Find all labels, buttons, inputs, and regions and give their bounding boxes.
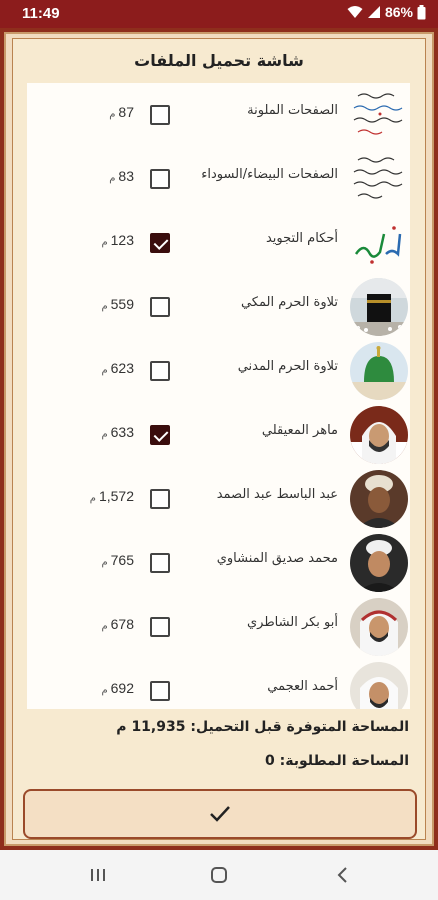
reciter-photo bbox=[350, 662, 408, 709]
required-space-text: المساحة المطلوبة: 0 bbox=[265, 753, 409, 769]
status-icons: 86% bbox=[347, 4, 426, 20]
list-item[interactable]: محمد صديق المنشاوي 765م bbox=[27, 531, 410, 595]
item-label: ماهر المعيقلي bbox=[261, 423, 338, 438]
reciter-photo bbox=[350, 534, 408, 592]
item-size: 87م bbox=[109, 104, 134, 120]
item-label: عبد الباسط عبد الصمد bbox=[216, 487, 338, 502]
list-item[interactable]: الصفحات الملونة 87م bbox=[27, 83, 410, 147]
item-size: 83م bbox=[109, 168, 134, 184]
status-time: 11:49 bbox=[22, 5, 60, 22]
battery-percent: 86% bbox=[384, 4, 413, 20]
confirm-button[interactable] bbox=[23, 789, 417, 839]
item-label: تلاوة الحرم المدني bbox=[237, 359, 338, 374]
list-item[interactable]: عبد الباسط عبد الصمد 1,572م bbox=[27, 467, 410, 531]
dialog-border: شاشة تحميل الملفات الصفحات الملونة 87م ا… bbox=[4, 32, 434, 846]
item-checkbox[interactable] bbox=[150, 681, 170, 701]
files-list[interactable]: الصفحات الملونة 87م الصفحات البيضاء/السو… bbox=[27, 83, 410, 709]
item-checkbox[interactable] bbox=[150, 425, 170, 445]
system-nav-bar bbox=[0, 850, 438, 900]
item-size: 633م bbox=[101, 424, 134, 440]
list-item[interactable]: ماهر المعيقلي 633م bbox=[27, 403, 410, 467]
download-panel: شاشة تحميل الملفات الصفحات الملونة 87م ا… bbox=[12, 38, 426, 840]
item-size: 123م bbox=[101, 232, 134, 248]
item-label: الصفحات الملونة bbox=[247, 103, 338, 118]
colored-pages-thumbnail bbox=[350, 86, 408, 144]
status-bar: 11:49 86% bbox=[0, 0, 438, 28]
wifi-icon bbox=[347, 6, 363, 18]
item-size: 692م bbox=[101, 680, 134, 696]
list-item[interactable]: أبو بكر الشاطري 678م bbox=[27, 595, 410, 659]
item-size: 559م bbox=[101, 296, 134, 312]
signal-icon bbox=[367, 6, 380, 18]
list-item[interactable]: تلاوة الحرم المدني 623م bbox=[27, 339, 410, 403]
home-icon[interactable] bbox=[206, 862, 232, 888]
item-checkbox[interactable] bbox=[150, 553, 170, 573]
reciter-photo bbox=[350, 598, 408, 656]
item-checkbox[interactable] bbox=[150, 617, 170, 637]
page-title: شاشة تحميل الملفات bbox=[134, 51, 304, 70]
kaaba-thumbnail bbox=[350, 278, 408, 336]
tajweed-calligraphy-thumbnail bbox=[350, 214, 408, 272]
item-label: الصفحات البيضاء/السوداء bbox=[201, 167, 338, 182]
item-size: 765م bbox=[101, 552, 134, 568]
item-checkbox[interactable] bbox=[150, 169, 170, 189]
item-checkbox[interactable] bbox=[150, 233, 170, 253]
item-label: محمد صديق المنشاوي bbox=[216, 551, 338, 566]
available-space-text: المساحة المتوفرة قبل التحميل: 11,935 م bbox=[116, 719, 409, 735]
list-item[interactable]: أحمد العجمي 692م bbox=[27, 659, 410, 709]
item-size: 678م bbox=[101, 616, 134, 632]
item-checkbox[interactable] bbox=[150, 489, 170, 509]
battery-icon bbox=[417, 4, 426, 19]
reciter-photo bbox=[350, 406, 408, 464]
item-size: 1,572م bbox=[89, 488, 134, 504]
list-item[interactable]: الصفحات البيضاء/السوداء 83م bbox=[27, 147, 410, 211]
item-checkbox[interactable] bbox=[150, 297, 170, 317]
item-checkbox[interactable] bbox=[150, 361, 170, 381]
item-label: تلاوة الحرم المكي bbox=[240, 295, 338, 310]
item-label: أبو بكر الشاطري bbox=[246, 615, 338, 630]
list-item[interactable]: أحكام التجويد 123م bbox=[27, 211, 410, 275]
dialog-frame: شاشة تحميل الملفات الصفحات الملونة 87م ا… bbox=[0, 28, 438, 850]
checkmark-icon bbox=[210, 806, 230, 822]
list-item[interactable]: تلاوة الحرم المكي 559م bbox=[27, 275, 410, 339]
item-size: 623م bbox=[101, 360, 134, 376]
item-label: أحمد العجمي bbox=[267, 679, 338, 694]
green-dome-thumbnail bbox=[350, 342, 408, 400]
bw-pages-thumbnail bbox=[350, 150, 408, 208]
item-label: أحكام التجويد bbox=[265, 231, 338, 246]
back-icon[interactable] bbox=[330, 862, 356, 888]
recent-apps-icon[interactable] bbox=[85, 862, 111, 888]
reciter-photo bbox=[350, 470, 408, 528]
item-checkbox[interactable] bbox=[150, 105, 170, 125]
